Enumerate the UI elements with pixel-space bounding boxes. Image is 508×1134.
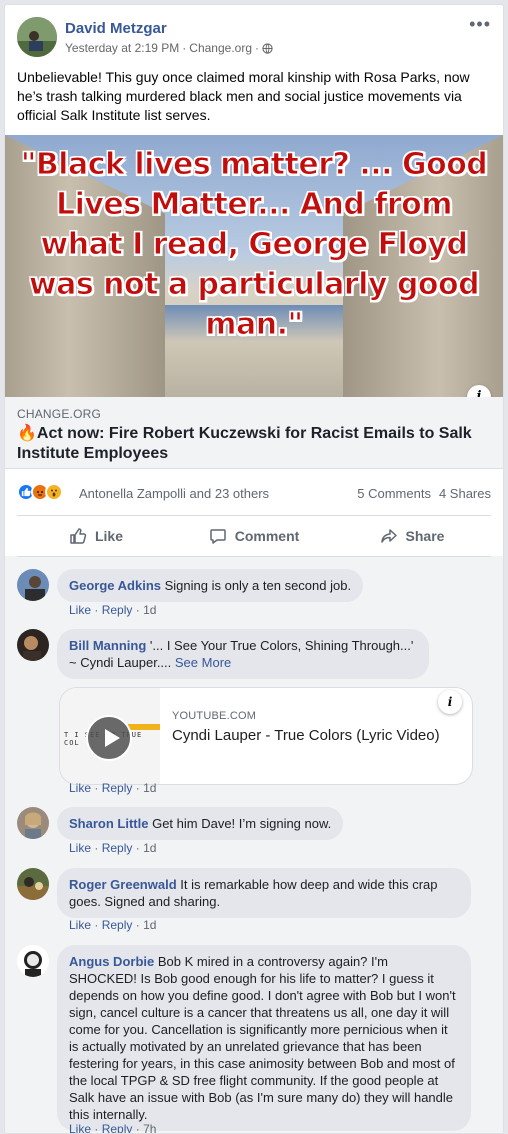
- reaction-icons[interactable]: [17, 483, 63, 501]
- link-title-text: Act now: Fire Robert Kuczewski for Racis…: [17, 425, 472, 462]
- meta-separator: ·: [255, 41, 260, 55]
- comment-reply-link[interactable]: Reply: [102, 1122, 133, 1133]
- youtube-attachment[interactable]: T I SEE YO TRUE COL YOUTUBE.COM Cyndi La…: [59, 687, 473, 785]
- comment-actions: Like · Reply · 1d: [69, 841, 156, 855]
- comment-time[interactable]: 1d: [143, 841, 156, 855]
- separator: ·: [94, 781, 99, 795]
- post-source[interactable]: Change.org: [189, 41, 252, 55]
- play-icon[interactable]: [86, 715, 132, 761]
- comments-count[interactable]: 5 Comments: [357, 486, 431, 501]
- comment-like-link[interactable]: Like: [69, 918, 91, 932]
- video-thumbnail[interactable]: T I SEE YO TRUE COL: [60, 688, 160, 784]
- separator: ·: [135, 841, 140, 855]
- comment-reply-link[interactable]: Reply: [102, 781, 133, 795]
- shares-count[interactable]: 4 Shares: [439, 486, 491, 501]
- post-actions: Like Comment Share: [17, 521, 491, 551]
- comment-like-link[interactable]: Like: [69, 603, 91, 617]
- separator: ·: [94, 1122, 99, 1134]
- fire-icon: 🔥: [17, 425, 37, 442]
- comment-text: '... I See Your True Colors, Shining Thr…: [149, 638, 414, 653]
- comment-bubble: Bill Manning '... I See Your True Colors…: [57, 629, 429, 679]
- comment-time[interactable]: 1d: [143, 603, 156, 617]
- commenter-name[interactable]: Sharon Little: [69, 816, 148, 831]
- comments-section: George Adkins Signing is only a ten seco…: [5, 556, 503, 1133]
- reaction-names[interactable]: Antonella Zampolli and 23 others: [79, 486, 269, 501]
- post-card: David Metzgar Yesterday at 2:19 PM · Cha…: [4, 4, 504, 1134]
- info-icon[interactable]: i: [438, 690, 462, 714]
- separator: ·: [135, 603, 140, 617]
- comment-time[interactable]: 1d: [143, 918, 156, 932]
- like-button-label: Like: [94, 528, 123, 544]
- comment-text: Get him Dave! I’m signing now.: [152, 816, 332, 831]
- commenter-avatar[interactable]: [17, 807, 49, 839]
- post-meta: Yesterday at 2:19 PM · Change.org ·: [65, 41, 273, 55]
- post-text: Unbelievable! This guy once claimed mora…: [17, 69, 470, 123]
- comment-reply-link[interactable]: Reply: [102, 603, 133, 617]
- post-timestamp[interactable]: Yesterday at 2:19 PM: [65, 41, 179, 55]
- globe-icon[interactable]: [262, 42, 273, 54]
- comment-like-link[interactable]: Like: [69, 1122, 91, 1133]
- comment-bubble: Roger Greenwald It is remarkable how dee…: [57, 868, 471, 918]
- like-button[interactable]: Like: [17, 521, 175, 551]
- share-icon: [380, 529, 397, 543]
- link-preview-image[interactable]: "Black lives matter? ... Good Lives Matt…: [5, 135, 503, 397]
- comment-actions: Like · Reply · 1d: [69, 918, 156, 932]
- commenter-avatar[interactable]: [17, 945, 49, 977]
- more-options-icon[interactable]: •••: [469, 15, 491, 33]
- divider: [17, 556, 491, 557]
- comment-time[interactable]: 1d: [143, 781, 156, 795]
- wow-reaction-icon: [45, 483, 63, 501]
- divider: [17, 515, 491, 516]
- comment-actions: Like · Reply · 1d: [69, 603, 156, 617]
- commenter-name[interactable]: George Adkins: [69, 578, 161, 593]
- commenter-avatar[interactable]: [17, 569, 49, 601]
- author-name[interactable]: David Metzgar: [65, 20, 167, 37]
- comment-button-label: Comment: [234, 528, 300, 544]
- comment-actions: Like · Reply · 7h: [69, 1122, 156, 1134]
- comment-reply-link[interactable]: Reply: [102, 841, 133, 855]
- comment-like-link[interactable]: Like: [69, 841, 91, 855]
- separator: ·: [94, 841, 99, 855]
- separator: ·: [135, 781, 140, 795]
- share-button-label: Share: [405, 528, 445, 544]
- separator: ·: [94, 603, 99, 617]
- commenter-name[interactable]: Angus Dorbie: [69, 954, 154, 969]
- share-button[interactable]: Share: [333, 521, 491, 551]
- thumbnail-accent: [128, 724, 160, 730]
- commenter-name[interactable]: Roger Greenwald: [69, 877, 177, 892]
- author-avatar[interactable]: [17, 17, 57, 57]
- see-more-link[interactable]: See More: [175, 655, 231, 670]
- separator: ·: [94, 918, 99, 932]
- engagement-counts: 5 Comments 4 Shares: [357, 486, 491, 501]
- comment-button[interactable]: Comment: [175, 521, 333, 551]
- image-quote-text: "Black lives matter? ... Good Lives Matt…: [20, 147, 488, 343]
- commenter-avatar[interactable]: [17, 868, 49, 900]
- separator: ·: [135, 1122, 140, 1134]
- comment-actions: Like · Reply · 1d: [69, 781, 156, 795]
- reactions-bar: Antonella Zampolli and 23 others 5 Comme…: [17, 481, 491, 505]
- comment-like-link[interactable]: Like: [69, 781, 91, 795]
- comment-time[interactable]: 7h: [143, 1122, 156, 1133]
- attachment-source: YOUTUBE.COM: [172, 710, 257, 722]
- comment-icon: [209, 529, 226, 544]
- attachment-title: Cyndi Lauper - True Colors (Lyric Video): [172, 727, 440, 744]
- comment-text-continued: ~ Cyndi Lauper....: [69, 655, 172, 670]
- link-preview-body[interactable]: CHANGE.ORG 🔥Act now: Fire Robert Kuczews…: [5, 397, 503, 469]
- comment-reply-link[interactable]: Reply: [102, 918, 133, 932]
- commenter-avatar[interactable]: [17, 629, 49, 661]
- commenter-name[interactable]: Bill Manning: [69, 638, 146, 653]
- link-source: CHANGE.ORG: [17, 407, 102, 421]
- post-header: David Metzgar Yesterday at 2:19 PM · Cha…: [17, 15, 491, 61]
- like-icon: [70, 528, 87, 544]
- separator: ·: [135, 918, 140, 932]
- comment-bubble: George Adkins Signing is only a ten seco…: [57, 569, 364, 602]
- comment-bubble: Sharon Little Get him Dave! I’m signing …: [57, 807, 344, 840]
- comment-text: Signing is only a ten second job.: [164, 578, 352, 593]
- link-title: 🔥Act now: Fire Robert Kuczewski for Raci…: [17, 424, 483, 464]
- comment-bubble: Angus Dorbie Bob K mired in a controvers…: [57, 945, 471, 1131]
- comment-text: Bob K mired in a controversy again? I'm …: [69, 954, 456, 1122]
- meta-separator: ·: [182, 41, 187, 55]
